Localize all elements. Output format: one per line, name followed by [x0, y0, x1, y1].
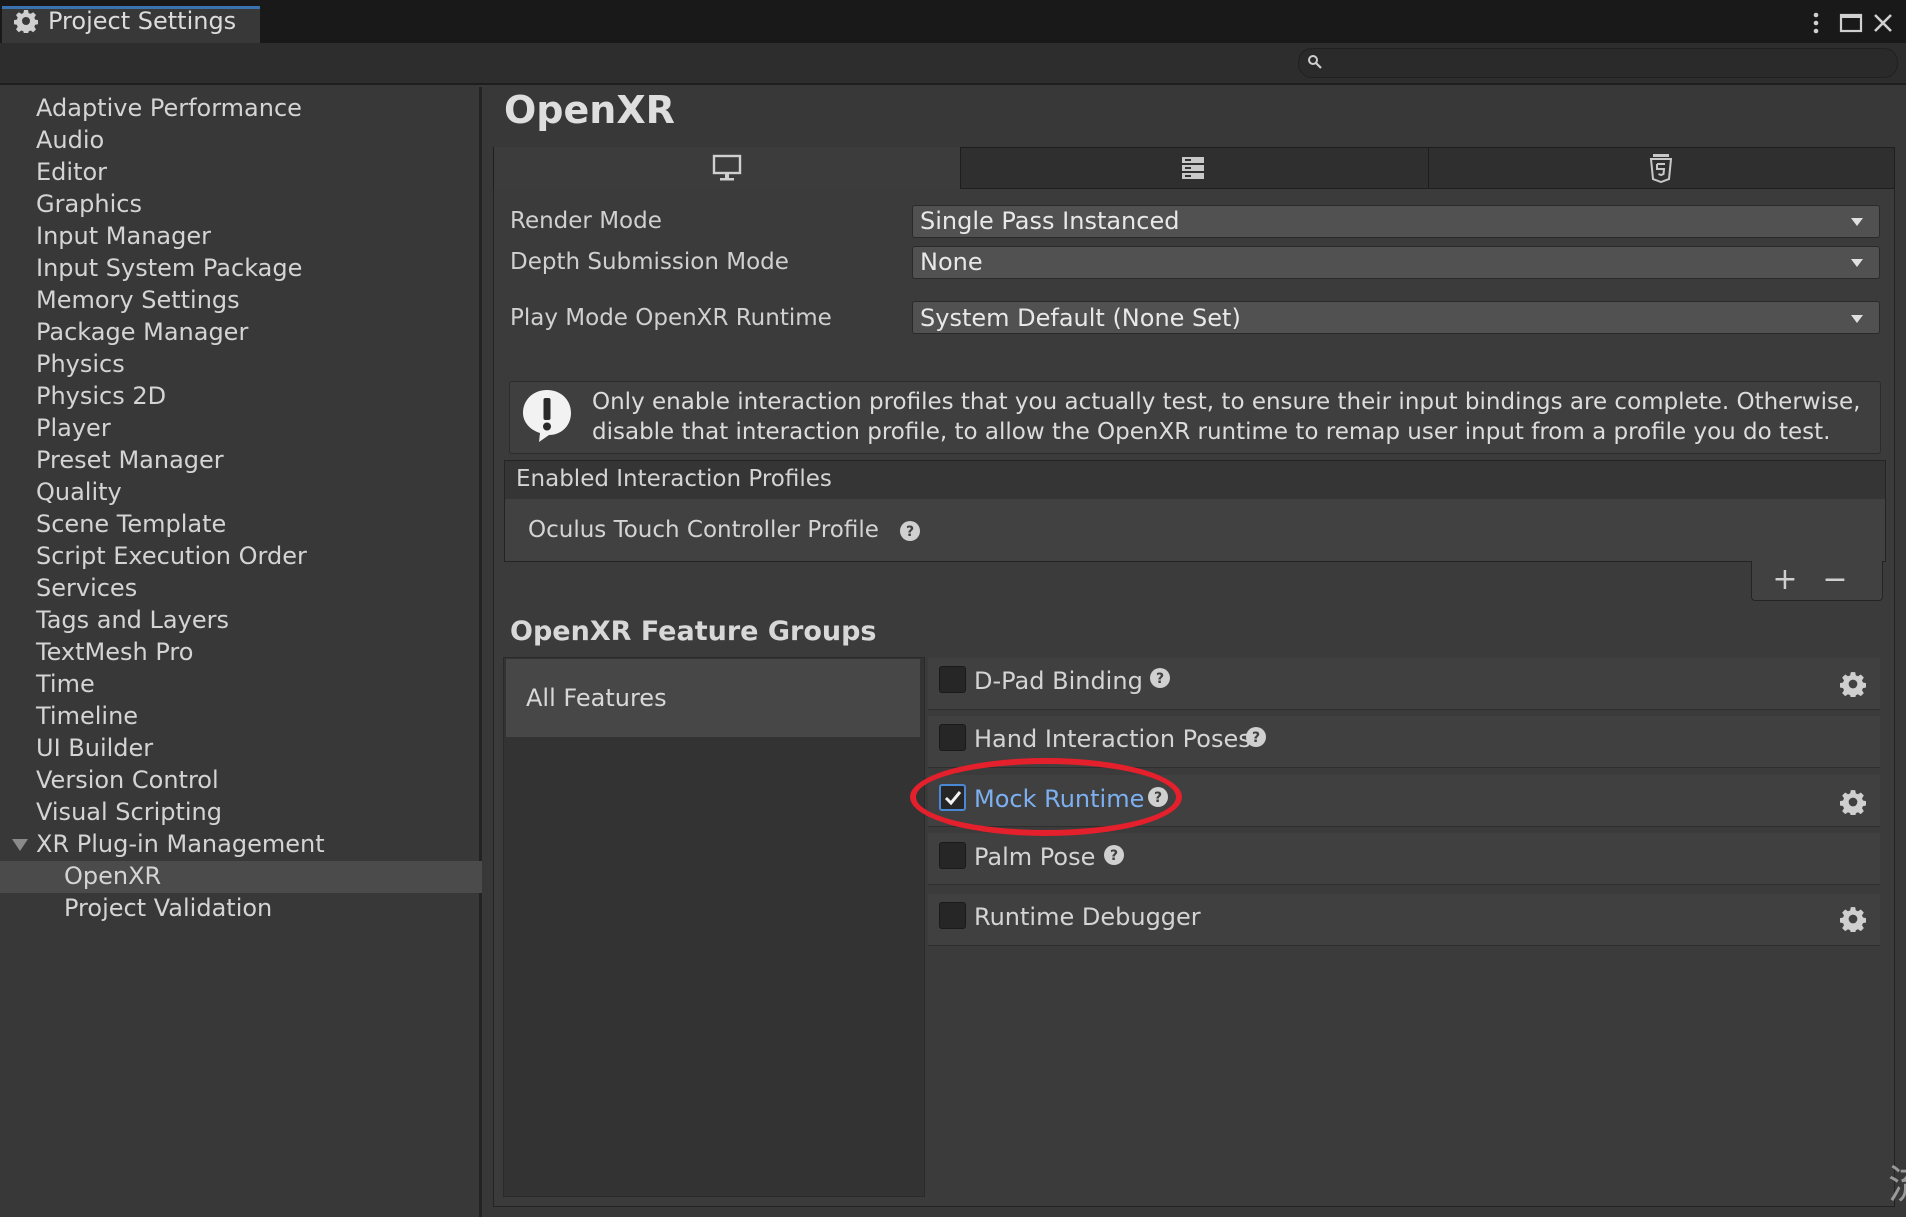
sidebar-item-tags-and-layers[interactable]: Tags and Layers	[36, 605, 229, 635]
depth-submission-label: Depth Submission Mode	[510, 249, 789, 275]
page-title: OpenXR	[504, 88, 675, 132]
svg-text:?: ?	[1252, 730, 1260, 746]
sidebar-item-scene-template[interactable]: Scene Template	[36, 509, 226, 539]
sidebar-item-xr-plugin-management[interactable]: XR Plug-in Management	[36, 829, 325, 859]
gear-icon[interactable]	[1840, 789, 1866, 815]
help-text-line-1: Only enable interaction profiles that yo…	[592, 389, 1861, 415]
expand-triangle-icon[interactable]	[11, 838, 29, 852]
help-icon[interactable]: ?	[1245, 726, 1267, 748]
sidebar-item-memory-settings[interactable]: Memory Settings	[36, 285, 240, 315]
sidebar-item-textmesh-pro[interactable]: TextMesh Pro	[36, 637, 193, 667]
sidebar-item-input-system-package[interactable]: Input System Package	[36, 253, 302, 283]
sidebar-item-preset-manager[interactable]: Preset Manager	[36, 445, 224, 475]
sidebar-item-adaptive-performance[interactable]: Adaptive Performance	[36, 93, 302, 123]
help-icon[interactable]: ?	[1149, 667, 1171, 689]
chevron-down-icon	[1851, 315, 1863, 323]
render-mode-label: Render Mode	[510, 208, 662, 234]
sidebar-item-quality[interactable]: Quality	[36, 477, 122, 507]
sidebar-item-graphics[interactable]: Graphics	[36, 189, 142, 219]
sidebar-item-timeline[interactable]: Timeline	[36, 701, 138, 731]
corner-watermark: 流	[1888, 1152, 1906, 1210]
chevron-down-icon	[1851, 218, 1863, 226]
sidebar-item-time[interactable]: Time	[36, 669, 95, 699]
tab-dedicated-server[interactable]	[961, 147, 1429, 189]
sidebar-item-ui-builder[interactable]: UI Builder	[36, 733, 153, 763]
tab-standalone[interactable]	[494, 147, 961, 190]
help-text-line-2: disable that interaction profile, to all…	[592, 419, 1831, 445]
sidebar-item-script-execution-order[interactable]: Script Execution Order	[36, 541, 307, 571]
window-title: Project Settings	[48, 7, 237, 35]
hand-interaction-poses-checkbox[interactable]	[939, 724, 966, 751]
sidebar-item-physics[interactable]: Physics	[36, 349, 125, 379]
list-item[interactable]: Oculus Touch Controller Profile	[528, 517, 879, 543]
highlight-annotation	[910, 758, 1182, 836]
sidebar-item-player[interactable]: Player	[36, 413, 111, 443]
sidebar-item-physics-2d[interactable]: Physics 2D	[36, 381, 166, 411]
sidebar-item-version-control[interactable]: Version Control	[36, 765, 219, 795]
feature-label-hand-interaction-poses: Hand Interaction Poses	[974, 725, 1251, 753]
server-icon	[1182, 157, 1204, 179]
group-item-label: All Features	[526, 684, 667, 712]
sidebar-item-openxr[interactable]: OpenXR	[64, 861, 161, 891]
feature-groups-list	[503, 657, 925, 1197]
add-profile-button[interactable]: +	[1770, 565, 1800, 596]
palm-pose-checkbox[interactable]	[939, 842, 966, 869]
render-mode-value: Single Pass Instanced	[920, 207, 1180, 235]
gear-icon	[14, 10, 38, 33]
depth-submission-value: None	[920, 248, 983, 276]
window-titlebar	[0, 0, 1906, 43]
play-mode-runtime-value: System Default (None Set)	[920, 304, 1241, 332]
gear-icon[interactable]	[1840, 906, 1866, 932]
feature-groups-title: OpenXR Feature Groups	[510, 616, 877, 647]
warning-icon	[523, 390, 571, 442]
html5-icon	[1649, 154, 1673, 183]
sidebar-item-audio[interactable]: Audio	[36, 125, 104, 155]
runtime-debugger-checkbox[interactable]	[939, 902, 966, 929]
svg-text:?: ?	[906, 524, 914, 540]
sidebar-item-package-manager[interactable]: Package Manager	[36, 317, 248, 347]
play-mode-runtime-label: Play Mode OpenXR Runtime	[510, 305, 832, 331]
more-icon[interactable]	[1803, 10, 1829, 36]
chevron-down-icon	[1851, 259, 1863, 267]
dpad-binding-checkbox[interactable]	[939, 666, 966, 693]
depth-submission-dropdown[interactable]	[912, 246, 1880, 279]
svg-text:?: ?	[1156, 671, 1164, 687]
svg-text:?: ?	[1110, 848, 1118, 864]
sidebar-item-services[interactable]: Services	[36, 573, 137, 603]
maximize-icon[interactable]	[1838, 10, 1864, 36]
sidebar-item-project-validation[interactable]: Project Validation	[64, 893, 272, 923]
help-text: Only enable interaction profiles that yo…	[592, 387, 1862, 447]
feature-label-dpad-binding: D-Pad Binding	[974, 667, 1143, 695]
search-input[interactable]	[1298, 48, 1898, 78]
search-icon	[1308, 55, 1322, 69]
sidebar-item-editor[interactable]: Editor	[36, 157, 107, 187]
interaction-profiles-title: Enabled Interaction Profiles	[516, 466, 832, 492]
close-icon[interactable]	[1870, 10, 1896, 36]
remove-profile-button[interactable]: −	[1820, 565, 1850, 596]
desktop-icon	[712, 154, 742, 181]
gear-icon[interactable]	[1840, 671, 1866, 697]
tab-webgl[interactable]	[1429, 147, 1895, 189]
sidebar-item-input-manager[interactable]: Input Manager	[36, 221, 211, 251]
help-icon[interactable]: ?	[1103, 844, 1125, 866]
help-icon[interactable]: ?	[899, 520, 921, 542]
feature-label-palm-pose: Palm Pose	[974, 843, 1096, 871]
feature-label-runtime-debugger: Runtime Debugger	[974, 903, 1201, 931]
sidebar-item-visual-scripting[interactable]: Visual Scripting	[36, 797, 222, 827]
